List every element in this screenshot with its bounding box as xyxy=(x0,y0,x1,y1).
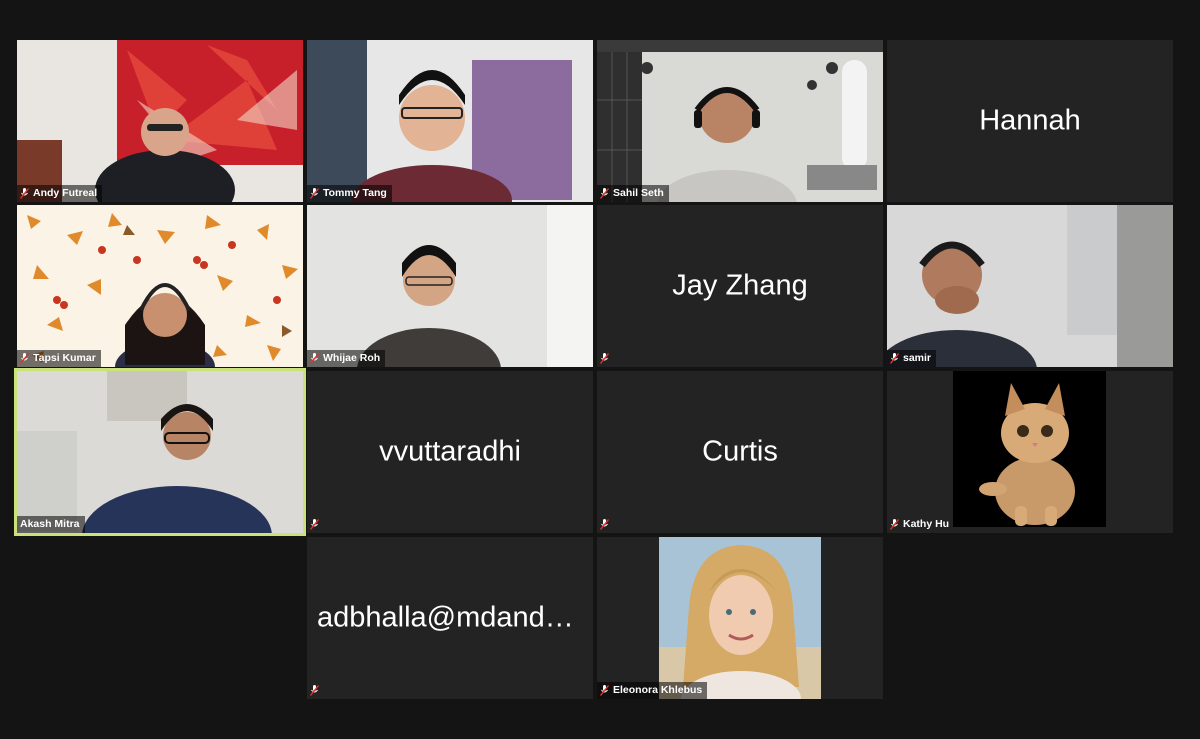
participant-label: Tapsi Kumar xyxy=(17,350,101,367)
mic-muted-icon xyxy=(600,685,609,696)
mic-muted-icon xyxy=(310,519,319,530)
participant-name: Tapsi Kumar xyxy=(33,352,96,364)
participant-label xyxy=(597,350,614,367)
mic-muted-icon xyxy=(890,353,899,364)
participant-tile[interactable]: Kathy Hu xyxy=(887,371,1173,533)
participant-video xyxy=(17,40,303,202)
participant-tile[interactable]: Hannah xyxy=(887,40,1173,202)
participant-tile[interactable]: Andy Futreal xyxy=(17,40,303,202)
participant-display-name: Hannah xyxy=(979,104,1081,137)
mic-muted-icon xyxy=(310,188,319,199)
mic-muted-icon xyxy=(310,353,319,364)
participant-name: Akash Mitra xyxy=(20,518,80,530)
mic-muted-icon xyxy=(600,188,609,199)
participant-label: Tommy Tang xyxy=(307,185,392,202)
participant-video xyxy=(307,205,593,367)
participant-tile[interactable]: Tapsi Kumar xyxy=(17,205,303,367)
participant-tile[interactable]: Jay Zhang xyxy=(597,205,883,367)
participant-tile[interactable]: samir xyxy=(887,205,1173,367)
participant-label: Sahil Seth xyxy=(597,185,669,202)
participant-display-name: Jay Zhang xyxy=(672,269,808,302)
mic-muted-icon xyxy=(20,353,29,364)
participant-label: Whijae Roh xyxy=(307,350,386,367)
participant-label: Kathy Hu xyxy=(887,516,954,533)
participant-video xyxy=(17,371,303,533)
gallery-view: Andy Futreal Tommy Tang Sahil Seth Hanna… xyxy=(0,0,1200,739)
participant-tile[interactable]: Tommy Tang xyxy=(307,40,593,202)
participant-name: Sahil Seth xyxy=(613,187,664,199)
participant-label: Akash Mitra xyxy=(17,516,85,533)
participant-label xyxy=(307,516,324,533)
mic-muted-icon xyxy=(600,353,609,364)
participant-name: Andy Futreal xyxy=(33,187,98,199)
participant-video xyxy=(17,205,303,367)
participant-label: Eleonora Khlebus xyxy=(597,682,708,699)
participant-video xyxy=(597,40,883,202)
participant-tile[interactable]: Sahil Seth xyxy=(597,40,883,202)
participant-name: samir xyxy=(903,352,932,364)
participant-name: Tommy Tang xyxy=(323,187,387,199)
mic-muted-icon xyxy=(600,519,609,530)
mic-muted-icon xyxy=(890,519,899,530)
participant-display-name: adbhalla@mdander... xyxy=(317,601,593,634)
participant-video xyxy=(887,205,1173,367)
mic-muted-icon xyxy=(310,685,319,696)
participant-video xyxy=(307,40,593,202)
participant-name: Kathy Hu xyxy=(903,518,950,530)
participant-name: Eleonora Khlebus xyxy=(613,684,703,696)
participant-tile[interactable]: Whijae Roh xyxy=(307,205,593,367)
profile-picture-portrait xyxy=(659,537,821,699)
participant-label: Andy Futreal xyxy=(17,185,103,202)
participant-label xyxy=(307,682,324,699)
participant-label: samir xyxy=(887,350,937,367)
participant-label xyxy=(597,516,614,533)
participant-display-name: Curtis xyxy=(702,435,778,468)
participant-display-name: vvuttaradhi xyxy=(379,435,521,468)
mic-muted-icon xyxy=(20,188,29,199)
participant-tile[interactable]: Eleonora Khlebus xyxy=(597,537,883,699)
participant-tile[interactable]: vvuttaradhi xyxy=(307,371,593,533)
participant-tile-active-speaker[interactable]: Akash Mitra xyxy=(14,368,306,536)
profile-picture-cat xyxy=(953,371,1106,527)
participant-tile[interactable]: adbhalla@mdander... xyxy=(307,537,593,699)
participant-tile[interactable]: Curtis xyxy=(597,371,883,533)
participant-name: Whijae Roh xyxy=(323,352,381,364)
